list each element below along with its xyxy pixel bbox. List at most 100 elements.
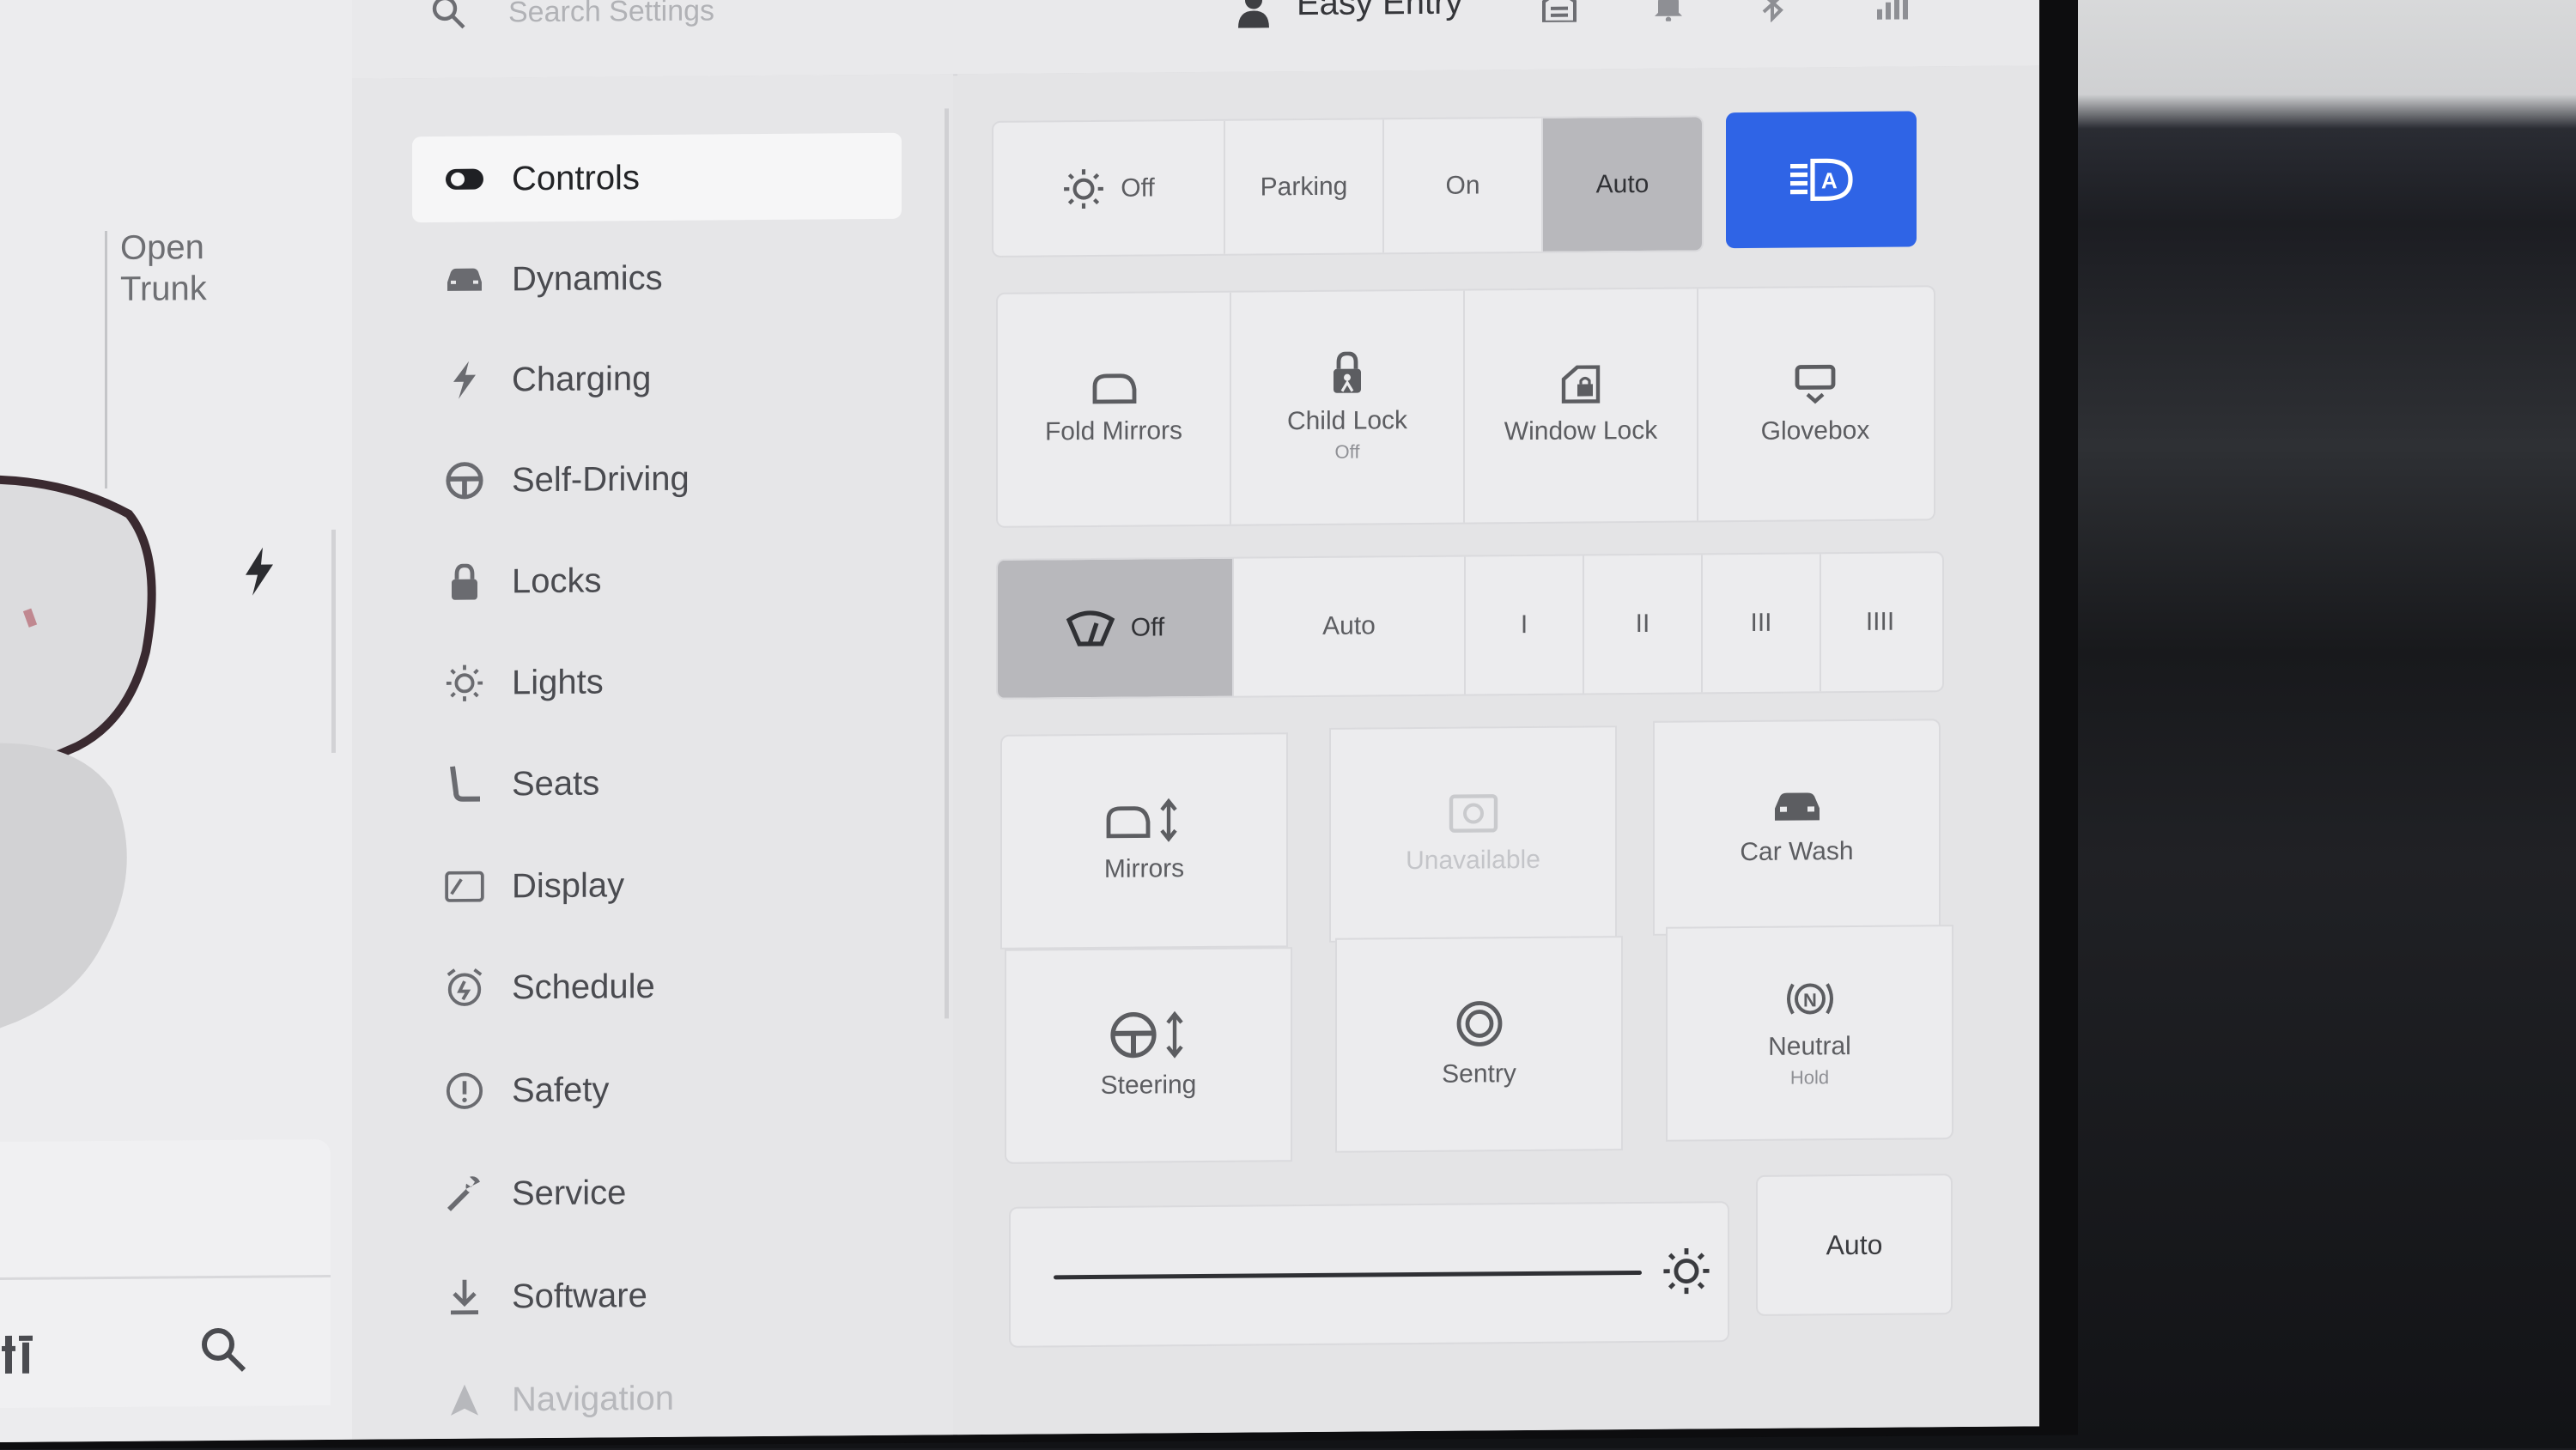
menu-item-locks[interactable]: Locks [412,536,902,625]
sun-icon [443,662,486,705]
menu-item-service[interactable]: Service [412,1148,902,1237]
neutral-hold-icon: N [1784,977,1836,1020]
headlights-auto-option[interactable]: Auto [1543,117,1702,251]
camera-box-icon [1448,792,1499,834]
display-icon [443,865,486,908]
fold-mirrors-button[interactable]: Fold Mirrors [998,293,1231,526]
brightness-auto-label: Auto [1826,1229,1883,1261]
menu-item-seats[interactable]: Seats [412,738,902,828]
menu-item-label: Locks [512,561,602,601]
fold-mirrors-label: Fold Mirrors [1045,416,1182,446]
brightness-auto-button[interactable]: Auto [1756,1174,1953,1316]
menu-item-label: Service [512,1174,626,1213]
menu-item-label: Display [512,866,624,906]
sentry-label: Sentry [1442,1059,1516,1089]
headlight-sun-icon [1062,167,1105,209]
headlights-off-option[interactable]: Off [993,121,1225,256]
menu-item-charging[interactable]: Charging [412,334,902,423]
wipers-option-label: Auto [1322,611,1376,640]
headlights-option-label: Parking [1261,172,1348,202]
neutral-sublabel: Hold [1790,1066,1829,1089]
menu-item-navigation[interactable]: Navigation [412,1354,902,1442]
charge-port-icon[interactable] [242,547,276,595]
steering-adjust-button[interactable]: Steering [1005,947,1292,1164]
headlights-control: Off Parking On Auto [992,115,1704,258]
headlights-option-label: Auto [1596,169,1649,198]
dock-search-icon[interactable] [199,1326,247,1374]
bluetooth-icon[interactable] [1760,0,1786,22]
wipers-speed-3-option[interactable]: III [1703,554,1821,692]
menu-item-label: Schedule [512,968,655,1007]
mirror-adjust-icon [1105,798,1184,843]
equalizer-icon[interactable] [2,1329,45,1377]
menu-item-self-driving[interactable]: Self-Driving [412,434,902,524]
menu-item-lights[interactable]: Lights [412,637,902,726]
car-rear-graphic [0,462,223,1048]
menu-item-display[interactable]: Display [412,840,902,930]
bell-icon[interactable] [1653,0,1684,21]
child-lock-icon [1330,352,1364,395]
search-icon[interactable] [431,0,469,29]
unavailable-tile: Unavailable [1329,725,1617,943]
wipers-speed-2-option[interactable]: II [1584,555,1703,693]
car-wash-icon [1771,787,1823,825]
trunk-label-line2: Trunk [120,268,207,310]
trunk-divider [105,231,107,488]
brightness-slider-container [1009,1201,1729,1348]
lte-signal-icon [1863,0,1915,20]
menu-item-safety[interactable]: Safety [412,1045,902,1134]
neutral-label: Neutral [1768,1032,1851,1062]
glovebox-button[interactable]: Glovebox [1698,287,1932,520]
auto-high-beam-button[interactable]: A [1726,111,1917,248]
steering-label: Steering [1101,1071,1197,1101]
mirrors-adjust-button[interactable]: Mirrors [1000,732,1288,949]
download-icon [443,1276,486,1319]
sentry-button[interactable]: Sentry [1335,936,1623,1153]
menu-item-label: Controls [512,159,640,198]
search-input[interactable]: Search Settings [508,0,714,29]
headlights-on-option[interactable]: On [1384,118,1543,252]
profile-name[interactable]: Easy Entry [1297,0,1462,23]
menu-item-label: Lights [512,663,604,702]
menu-item-dynamics[interactable]: Dynamics [412,234,902,323]
controls-panel: Off Parking On Auto A [957,65,2039,1435]
bottom-dock [0,1139,331,1408]
wipers-speed-4-option[interactable]: IIII [1821,553,1939,691]
trunk-label-line1: Open [120,227,207,269]
menu-item-schedule[interactable]: Schedule [412,942,902,1031]
car-icon [443,258,486,301]
svg-text:N: N [1803,989,1817,1010]
mirrors-label: Mirrors [1104,854,1184,884]
steering-adjust-icon [1109,1010,1188,1059]
car-wash-label: Car Wash [1740,837,1853,867]
wipers-speed-1-option[interactable]: I [1466,556,1584,695]
svg-text:A: A [1821,167,1838,193]
profile-icon[interactable] [1236,0,1271,28]
window-lock-label: Window Lock [1504,416,1657,446]
window-lock-button[interactable]: Window Lock [1465,288,1698,522]
wrench-icon [443,1173,486,1216]
window-lock-icon [1560,365,1601,404]
headlights-parking-option[interactable]: Parking [1225,119,1384,253]
brightness-slider[interactable] [1054,1271,1642,1279]
lock-icon [443,561,486,604]
child-lock-status: Off [1335,441,1360,464]
neutral-hold-button[interactable]: N Neutral Hold [1666,925,1953,1142]
menu-item-controls[interactable]: Controls [412,133,902,222]
mirror-icon [1090,373,1138,405]
child-lock-label: Child Lock [1287,406,1407,436]
wipers-off-option[interactable]: Off [998,559,1234,698]
alarm-clock-icon [443,967,486,1010]
menu-item-label: Safety [512,1071,609,1110]
wipers-auto-option[interactable]: Auto [1234,557,1466,696]
car-visualization-pane: Open Trunk [0,0,352,1442]
alert-circle-icon [443,1070,486,1113]
child-lock-button[interactable]: Child Lock Off [1231,291,1465,525]
garage-icon[interactable] [1542,0,1577,22]
wiper-icon [1066,610,1115,647]
seat-icon [443,763,486,806]
open-trunk-button[interactable]: Open Trunk [120,227,207,310]
menu-item-software[interactable]: Software [412,1251,902,1340]
car-wash-button[interactable]: Car Wash [1653,719,1941,936]
headlights-option-label: On [1445,171,1479,200]
